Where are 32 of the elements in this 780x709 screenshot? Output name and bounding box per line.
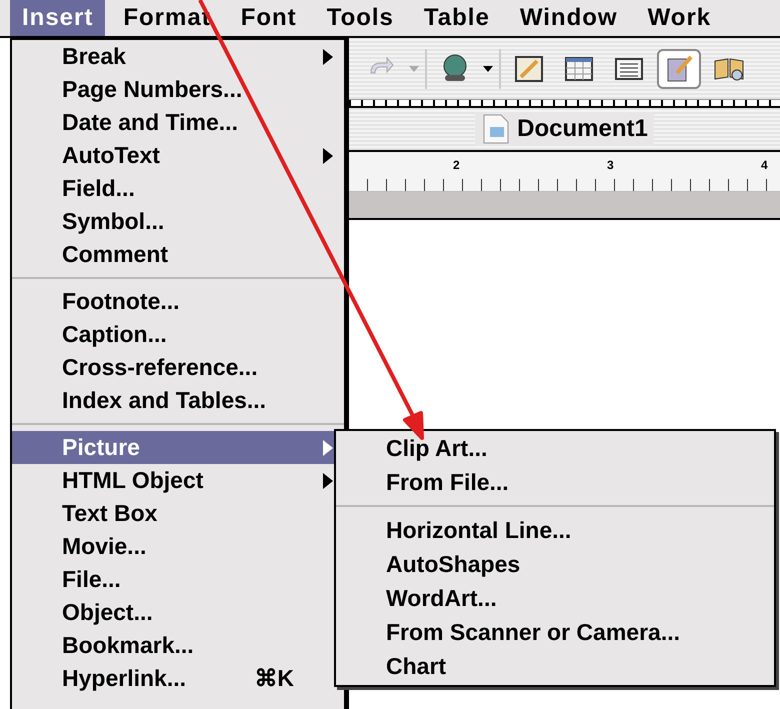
ruler-number: 3: [607, 157, 614, 174]
submenu-arrow-icon: [322, 438, 334, 456]
menu-item[interactable]: WordArt...: [336, 581, 774, 615]
ruler-number: 4: [761, 157, 768, 174]
window-title: Document1: [517, 114, 648, 144]
menu-title[interactable]: Format: [111, 0, 223, 36]
menu-item[interactable]: Cross-reference...: [12, 351, 344, 384]
menu-item[interactable]: AutoShapes: [336, 547, 774, 581]
menu-title[interactable]: Work: [636, 0, 724, 36]
document-icon: [481, 113, 512, 145]
menu-item[interactable]: Index and Tables...: [12, 384, 344, 417]
menu-item[interactable]: Footnote...: [12, 285, 344, 318]
menu-item[interactable]: Horizontal Line...: [336, 513, 774, 547]
submenu-arrow-icon: [322, 146, 334, 164]
menu-item[interactable]: Caption...: [12, 318, 344, 351]
menu-item[interactable]: AutoText: [12, 139, 344, 172]
menu-item[interactable]: Field...: [12, 172, 344, 205]
menu-item[interactable]: Comment: [12, 238, 344, 271]
menu-item[interactable]: Symbol...: [12, 205, 344, 238]
submenu-arrow-icon: [322, 48, 334, 66]
menu-title[interactable]: Window: [508, 0, 630, 36]
menu-title[interactable]: Insert: [10, 0, 106, 36]
dropdown-caret-icon[interactable]: [483, 66, 493, 72]
menu-item[interactable]: Date and Time...: [12, 106, 344, 139]
menu-item[interactable]: Page Numbers...: [12, 73, 344, 106]
menu-title[interactable]: Tools: [314, 0, 406, 36]
menu-item[interactable]: Chart: [336, 649, 774, 683]
menu-item[interactable]: Break: [12, 40, 344, 73]
menu-title[interactable]: Font: [228, 0, 309, 36]
menu-title[interactable]: Table: [412, 0, 502, 36]
ruler-number: 2: [453, 157, 460, 174]
menu-item[interactable]: From Scanner or Camera...: [336, 615, 774, 649]
